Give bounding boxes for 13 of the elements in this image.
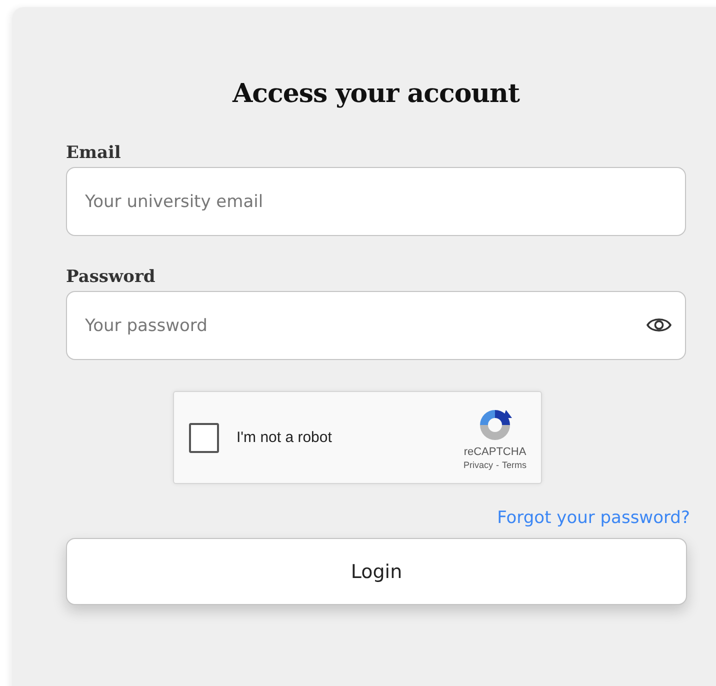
captcha-brand: reCAPTCHA [464,446,526,458]
eye-icon[interactable] [646,316,672,334]
page-title: Access your account [231,79,521,109]
terms-link[interactable]: Terms [502,460,526,470]
field-label: Email [66,143,121,163]
captcha-label: I'm not a robot [236,429,333,446]
captcha-checkbox[interactable] [188,422,218,452]
field-label: Password [66,267,156,287]
separator: - [496,460,499,470]
privacy-link[interactable]: Privacy [463,460,493,470]
password-field[interactable]: Your password [66,291,686,360]
login-button[interactable]: Login [66,538,687,605]
email-field[interactable]: Your university email [66,167,686,236]
